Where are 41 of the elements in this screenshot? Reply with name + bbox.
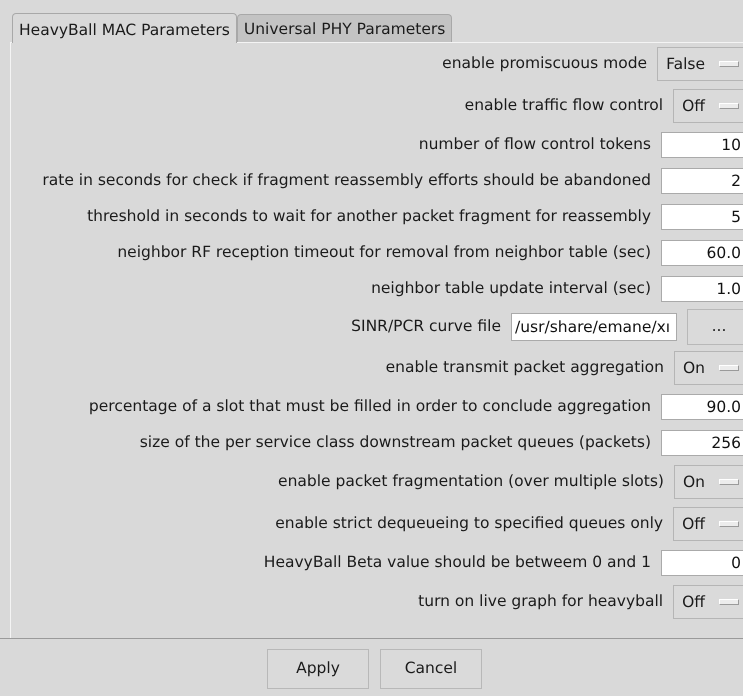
input-field[interactable]: 0 bbox=[661, 550, 743, 576]
parameter-label: enable transmit packet aggregation bbox=[386, 357, 664, 378]
tab[interactable]: Universal PHY Parameters bbox=[236, 14, 452, 42]
parameter-label: percentage of a slot that must be filled in order to conclude aggregation bbox=[88, 396, 651, 418]
option-menu[interactable]: Off bbox=[673, 507, 743, 541]
input-field[interactable]: 90.0 bbox=[661, 394, 743, 420]
file-path-field[interactable]: /usr/share/emane/xı bbox=[511, 313, 677, 341]
menu-indicator-icon bbox=[719, 479, 739, 485]
dialog-button[interactable]: Apply bbox=[267, 649, 369, 689]
browse-button[interactable]: ... bbox=[687, 309, 743, 345]
parameter-label: enable strict dequeueing to specified queues only bbox=[275, 513, 664, 534]
dialog-button[interactable]: Cancel bbox=[380, 649, 482, 689]
menu-indicator-icon bbox=[719, 599, 739, 605]
parameter-label: HeavyBall Beta value should be betweem 0 and 1 bbox=[264, 552, 651, 574]
parameter-label: enable promiscuous mode bbox=[442, 53, 648, 74]
tab[interactable]: HeavyBall MAC Parameters bbox=[12, 13, 237, 43]
parameter-label: neighbor table update interval (sec) bbox=[371, 278, 651, 300]
input-field[interactable]: 10 bbox=[661, 132, 743, 158]
input-field[interactable]: 2 bbox=[661, 168, 743, 194]
parameter-label: rate in seconds for check if fragment reassembly efforts should be abandoned bbox=[42, 170, 651, 192]
parameter-label: number of flow control tokens bbox=[418, 134, 651, 156]
parameter-label: threshold in seconds to wait for another packet fragment for reassembly bbox=[87, 206, 651, 228]
input-field[interactable]: 1.0 bbox=[661, 276, 743, 302]
option-menu[interactable]: Off bbox=[673, 585, 743, 619]
parameter-label: size of the per service class downstream packet queues (packets) bbox=[140, 432, 651, 454]
parameter-label: turn on live graph for heavyball bbox=[418, 591, 664, 612]
parameter-label: SINR/PCR curve file bbox=[351, 316, 501, 338]
input-field[interactable]: 60.0 bbox=[661, 240, 743, 266]
input-field[interactable]: 5 bbox=[661, 204, 743, 230]
option-menu[interactable]: False bbox=[657, 47, 743, 81]
menu-indicator-icon bbox=[719, 103, 739, 109]
option-menu[interactable]: On bbox=[674, 465, 743, 499]
menu-indicator-icon bbox=[719, 61, 739, 67]
parameter-label: enable packet fragmentation (over multiple slots) bbox=[278, 471, 664, 492]
menu-indicator-icon bbox=[719, 365, 739, 371]
menu-indicator-icon bbox=[719, 521, 739, 527]
input-field[interactable]: 256 bbox=[661, 430, 743, 456]
option-menu[interactable]: On bbox=[674, 351, 743, 385]
parameter-label: neighbor RF reception timeout for removal from neighbor table (sec) bbox=[117, 242, 651, 264]
parameter-label: enable traffic flow control bbox=[464, 95, 664, 116]
option-menu[interactable]: Off bbox=[673, 89, 743, 123]
